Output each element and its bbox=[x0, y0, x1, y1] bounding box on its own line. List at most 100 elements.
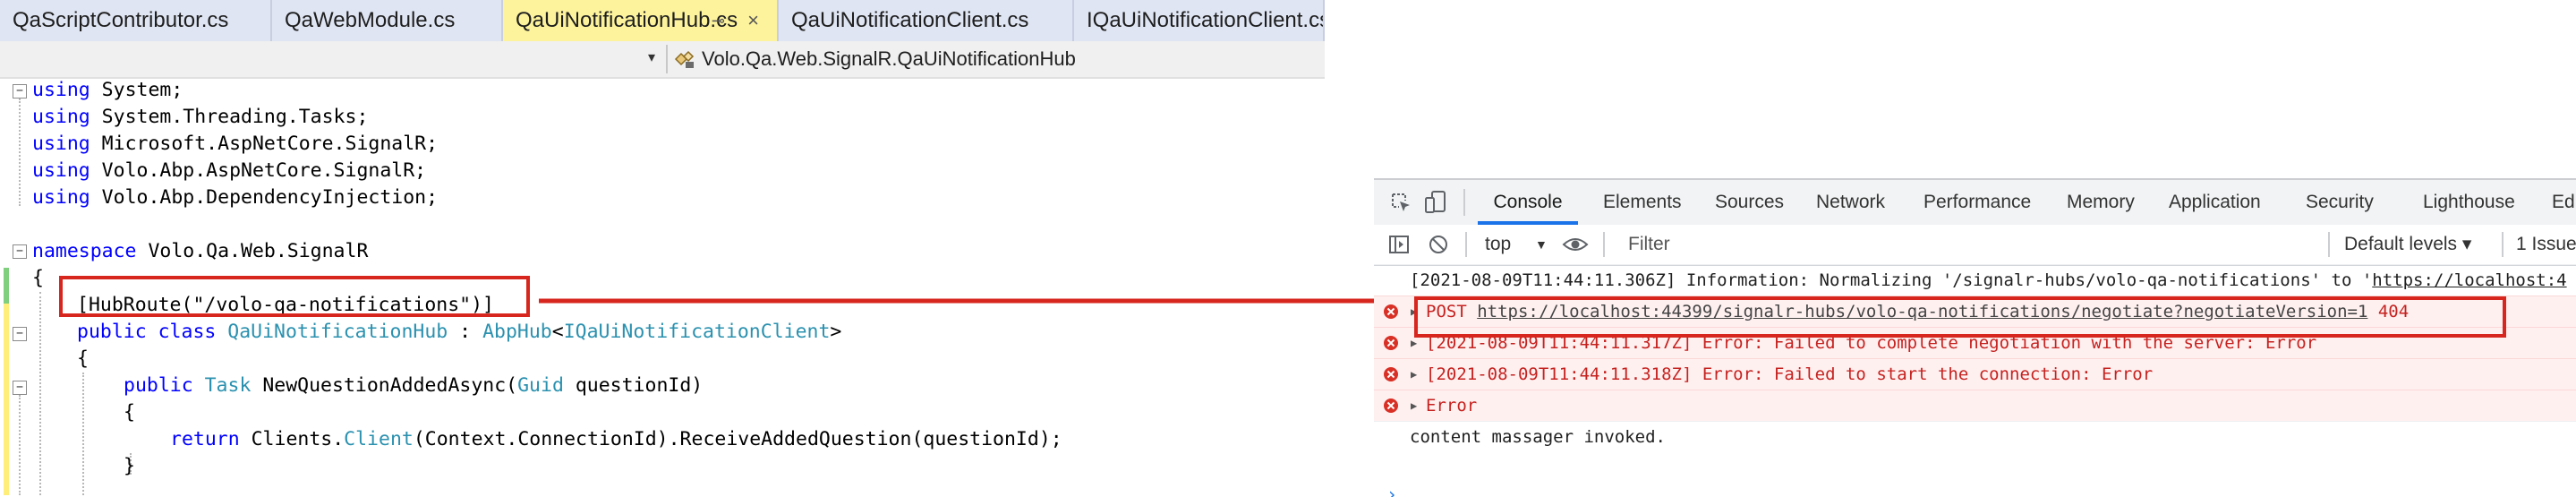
error-icon bbox=[1384, 304, 1398, 319]
tab-label: QaUiNotificationClient.cs bbox=[791, 8, 1029, 32]
fold-toggle-icon[interactable]: − bbox=[13, 84, 27, 99]
tab-label: QaUiNotificationHub.cs bbox=[516, 8, 738, 32]
message-text: content massager invoked. bbox=[1410, 427, 1666, 447]
tab-sources[interactable]: Sources bbox=[1715, 180, 1784, 225]
tab-qauinotificationhub[interactable]: QaUiNotificationHub.cs ⊸ × bbox=[503, 0, 779, 41]
code-type: QaUiNotificationHub bbox=[227, 321, 448, 343]
console-error-row: ▶ [2021-08-09T11:44:11.318Z] Error: Fail… bbox=[1374, 358, 2576, 390]
code-line: public class QaUiNotificationHub : AbpHu… bbox=[77, 319, 841, 346]
log-levels-dropdown[interactable]: Default levels ▾ bbox=[2344, 225, 2471, 264]
fold-guide bbox=[19, 99, 21, 206]
code-text: System; bbox=[90, 79, 183, 101]
tab-lighthouse[interactable]: Lighthouse bbox=[2423, 180, 2515, 225]
code-text: { bbox=[77, 347, 89, 370]
device-toolbar-icon[interactable] bbox=[1424, 190, 1447, 215]
code-text: . bbox=[332, 428, 345, 450]
message-text: [2021-08-09T11:44:11.318Z] Error: Failed… bbox=[1426, 364, 2154, 384]
code-line: using System; bbox=[32, 77, 183, 104]
pin-icon[interactable]: ⊸ bbox=[712, 0, 725, 41]
message-text: Error bbox=[1426, 396, 1478, 416]
tab-application[interactable]: Application bbox=[2169, 180, 2261, 225]
code-line: namespace Volo.Qa.Web.SignalR bbox=[32, 238, 368, 265]
code-text: } bbox=[124, 455, 135, 477]
code-keyword: using bbox=[32, 159, 90, 182]
expand-triangle-icon[interactable]: ▶ bbox=[1411, 359, 1417, 390]
message-text: [2021-08-09T11:44:11.306Z] Information: … bbox=[1410, 265, 2567, 296]
code-keyword: public bbox=[124, 374, 205, 397]
code-line: } bbox=[124, 453, 135, 480]
indent-guide bbox=[82, 373, 84, 495]
tab-label: IQaUiNotificationClient.cs bbox=[1087, 8, 1325, 32]
hubroute-highlight-box bbox=[59, 276, 530, 317]
code-text: Clients bbox=[251, 428, 333, 450]
console-message: content massager invoked. bbox=[1374, 421, 2576, 452]
indent-guide bbox=[39, 292, 41, 495]
code-type: IQaUiNotificationClient bbox=[563, 321, 831, 343]
execution-context-select[interactable]: top bbox=[1485, 225, 1511, 264]
message-link[interactable]: https://localhost:4 bbox=[2372, 270, 2566, 290]
chevron-down-icon[interactable]: ▾ bbox=[648, 48, 655, 66]
code-keyword: using bbox=[32, 79, 90, 101]
code-text: Volo.Abp.AspNetCore.SignalR; bbox=[90, 159, 427, 182]
tab-elements[interactable]: Elements bbox=[1603, 180, 1682, 225]
tab-bar-divider bbox=[1463, 189, 1465, 216]
toolbar-divider bbox=[2328, 232, 2330, 257]
code-text: : bbox=[448, 321, 483, 343]
post-request-highlight-box bbox=[1414, 296, 2506, 338]
code-line: { bbox=[124, 399, 135, 426]
code-type: AbpHub bbox=[482, 321, 552, 343]
code-line: using Volo.Abp.AspNetCore.SignalR; bbox=[32, 158, 426, 184]
show-sidebar-icon[interactable] bbox=[1388, 234, 1410, 255]
error-icon bbox=[1384, 367, 1398, 381]
tab-memory[interactable]: Memory bbox=[2067, 180, 2135, 225]
change-indicator bbox=[4, 304, 9, 495]
tab-qauinotificationclient[interactable]: QaUiNotificationClient.cs bbox=[779, 0, 1074, 41]
code-keyword: return bbox=[170, 428, 252, 450]
close-icon[interactable]: × bbox=[747, 0, 759, 41]
tab-console[interactable]: Console bbox=[1478, 180, 1578, 225]
console-filter-input[interactable] bbox=[1617, 230, 2316, 259]
tab-security[interactable]: Security bbox=[2306, 180, 2374, 225]
console-toolbar: top ▼ Default levels ▾ 1 Issue bbox=[1374, 225, 2576, 266]
error-icon bbox=[1384, 336, 1398, 350]
code-text: (Context.ConnectionId).ReceiveAddedQuest… bbox=[413, 428, 1062, 450]
navbar-divider bbox=[666, 45, 668, 73]
message-text: [2021-08-09T11:44:11.306Z] Information: … bbox=[1410, 270, 2373, 290]
code-text: < bbox=[551, 321, 564, 343]
tab-label: QaWebModule.cs bbox=[285, 8, 456, 32]
chevron-down-icon[interactable]: ▼ bbox=[1535, 225, 1548, 264]
tab-qawebmodule[interactable]: QaWebModule.cs bbox=[272, 0, 503, 41]
inspect-element-icon[interactable] bbox=[1390, 192, 1412, 213]
code-line: public Task NewQuestionAddedAsync(Guid q… bbox=[124, 373, 703, 399]
fold-toggle-icon[interactable]: − bbox=[13, 244, 27, 259]
tab-label: QaScriptContributor.cs bbox=[13, 8, 229, 32]
code-text: Volo.Abp.DependencyInjection; bbox=[90, 186, 439, 209]
code-type: Guid bbox=[517, 374, 564, 397]
live-expression-eye-icon[interactable] bbox=[1562, 236, 1589, 253]
code-text: System.Threading.Tasks; bbox=[90, 106, 369, 128]
tab-performance[interactable]: Performance bbox=[1923, 180, 2031, 225]
code-keyword: using bbox=[32, 186, 90, 209]
fold-toggle-icon[interactable]: − bbox=[13, 381, 27, 395]
tab-qascriptcontributor[interactable]: QaScriptContributor.cs bbox=[0, 0, 272, 41]
toolbar-divider bbox=[1465, 232, 1467, 257]
expand-triangle-icon[interactable]: ▶ bbox=[1411, 390, 1417, 422]
tab-network[interactable]: Network bbox=[1816, 180, 1885, 225]
tab-editor[interactable]: Edi bbox=[2552, 180, 2576, 225]
code-type: Client bbox=[344, 428, 414, 450]
code-text: Microsoft.AspNetCore.SignalR; bbox=[90, 133, 439, 155]
toolbar-divider bbox=[2502, 232, 2503, 257]
console-message: [2021-08-09T11:44:11.306Z] Information: … bbox=[1374, 264, 2576, 296]
tab-iqauinotificationclient[interactable]: IQaUiNotificationClient.cs bbox=[1074, 0, 1325, 41]
issues-counter[interactable]: 1 Issue bbox=[2516, 225, 2576, 264]
error-icon bbox=[1384, 398, 1398, 413]
code-text: NewQuestionAddedAsync( bbox=[251, 374, 518, 397]
fold-guide bbox=[19, 395, 21, 495]
code-text: Volo.Qa.Web.SignalR bbox=[136, 240, 369, 262]
clear-console-icon[interactable] bbox=[1428, 234, 1449, 255]
fold-toggle-icon[interactable]: − bbox=[13, 327, 27, 341]
code-line: { bbox=[32, 265, 44, 292]
code-line: using System.Threading.Tasks; bbox=[32, 104, 368, 131]
code-line: using Microsoft.AspNetCore.SignalR; bbox=[32, 131, 438, 158]
navbar-member-label[interactable]: Volo.Qa.Web.SignalR.QaUiNotificationHub bbox=[702, 41, 1076, 77]
